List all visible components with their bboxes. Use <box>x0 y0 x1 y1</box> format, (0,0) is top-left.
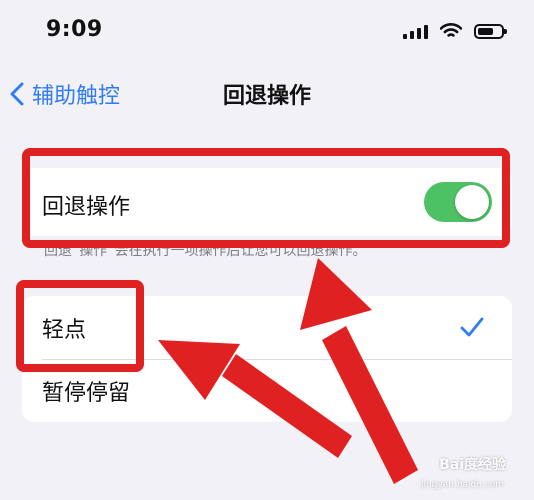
status-bar: 9:09 <box>0 0 534 60</box>
battery-icon <box>474 23 507 39</box>
watermark-url: jingyan.baidu.com <box>420 480 504 490</box>
checkmark-icon <box>460 317 484 337</box>
wifi-icon <box>440 23 462 37</box>
list-item-label: 暂停停留 <box>42 381 131 406</box>
page-title: 回退操作 <box>222 84 311 109</box>
cellular-signal-icon <box>403 23 428 39</box>
highlight-box-toggle <box>22 148 510 248</box>
highlight-box-tap <box>16 280 144 372</box>
status-icons <box>403 20 507 42</box>
navigation-bar: 辅助触控 回退操作 <box>0 70 534 120</box>
status-time: 9:09 <box>46 17 103 42</box>
watermark-logo: Bai度经验 <box>439 457 506 473</box>
